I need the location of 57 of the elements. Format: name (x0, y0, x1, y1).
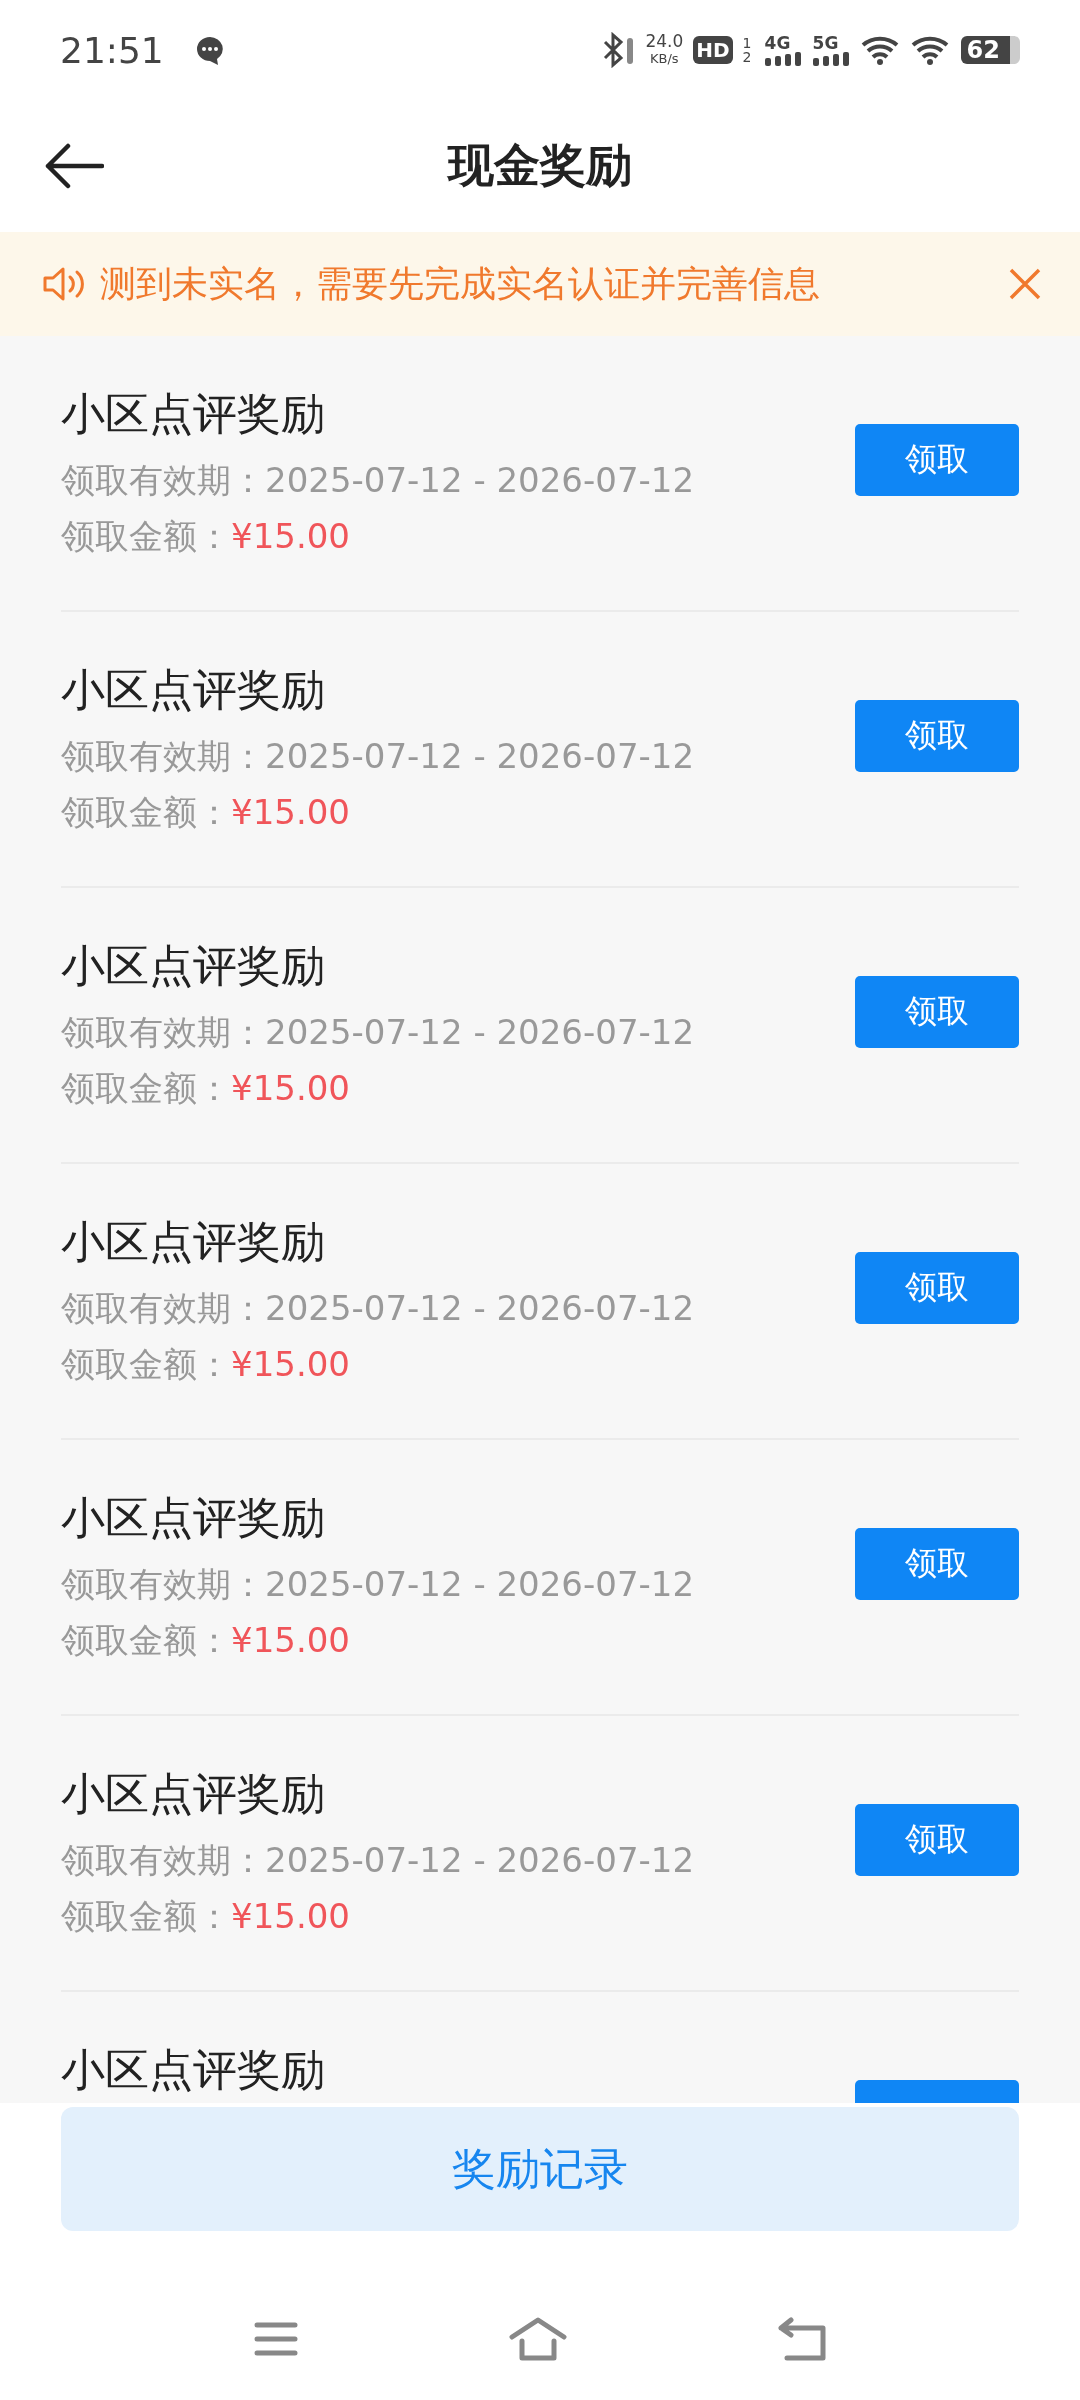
home-icon[interactable] (509, 2317, 567, 2361)
network-type: 5G (812, 34, 839, 52)
sim-numbers: 1 2 (742, 36, 753, 64)
validity-dates: 2025-07-12 - 2026-07-12 (265, 736, 695, 776)
reward-amount: ¥15.00 (231, 792, 350, 832)
amount-label: 领取金额： (61, 1896, 231, 1936)
validity-label: 领取有效期： (61, 1012, 265, 1052)
claim-button[interactable]: 领取 (855, 424, 1019, 496)
reward-title: 小区点评奖励 (61, 663, 326, 717)
back-arrow-icon[interactable] (44, 142, 104, 190)
reward-amount: ¥15.00 (231, 1896, 350, 1936)
reward-title: 小区点评奖励 (61, 1215, 326, 1269)
reward-title: 小区点评奖励 (61, 2043, 326, 2097)
validity-dates: 2025-07-12 - 2026-07-12 (265, 1012, 695, 1052)
reward-amount: ¥15.00 (231, 1620, 350, 1660)
hd-badge: HD (693, 36, 733, 64)
back-icon[interactable] (777, 2317, 827, 2361)
status-time: 21:51 (60, 29, 164, 71)
reward-amount: ¥15.00 (231, 1068, 350, 1108)
notice-text: 测到未实名，需要先完成实名认证并完善信息 (100, 261, 821, 306)
validity-dates: 2025-07-12 - 2026-07-12 (265, 1288, 695, 1328)
battery-indicator: 62 (960, 36, 1020, 64)
close-icon[interactable] (1008, 267, 1042, 301)
network-speed: 24.0 (645, 33, 684, 50)
claim-button[interactable]: 领取 (855, 1528, 1019, 1600)
reward-title: 小区点评奖励 (61, 387, 326, 441)
reward-records-button[interactable]: 奖励记录 (61, 2107, 1019, 2231)
wifi-icon (910, 34, 951, 66)
validity-label: 领取有效期： (61, 736, 265, 776)
reward-amount: ¥15.00 (231, 1344, 350, 1384)
speed-unit: KB/s (650, 50, 679, 67)
claim-button[interactable]: 领取 (855, 700, 1019, 772)
network-type: 4G (764, 34, 791, 52)
validity-dates: 2025-07-12 - 2026-07-12 (265, 1564, 695, 1604)
amount-label: 领取金额： (61, 1620, 231, 1660)
bluetooth-icon (601, 32, 636, 68)
wifi-icon (860, 34, 901, 66)
reward-amount: ¥15.00 (231, 516, 350, 556)
reward-title: 小区点评奖励 (61, 939, 326, 993)
amount-label: 领取金额： (61, 516, 231, 556)
reward-title: 小区点评奖励 (61, 1767, 326, 1821)
validity-label: 领取有效期： (61, 1840, 265, 1880)
amount-label: 领取金额： (61, 792, 231, 832)
page-title: 现金奖励 (448, 137, 632, 194)
claim-button[interactable]: 领取 (855, 1252, 1019, 1324)
claim-button[interactable]: 领取 (855, 976, 1019, 1048)
validity-label: 领取有效期： (61, 460, 265, 500)
claim-button[interactable]: 领取 (855, 1804, 1019, 1876)
validity-label: 领取有效期： (61, 1564, 265, 1604)
validity-dates: 2025-07-12 - 2026-07-12 (265, 460, 695, 500)
validity-label: 领取有效期： (61, 1288, 265, 1328)
amount-label: 领取金额： (61, 1068, 231, 1108)
signal-icon (764, 52, 803, 66)
amount-label: 领取金额： (61, 1344, 231, 1384)
reward-title: 小区点评奖励 (61, 1491, 326, 1545)
signal-icon (812, 52, 851, 66)
validity-dates: 2025-07-12 - 2026-07-12 (265, 1840, 695, 1880)
